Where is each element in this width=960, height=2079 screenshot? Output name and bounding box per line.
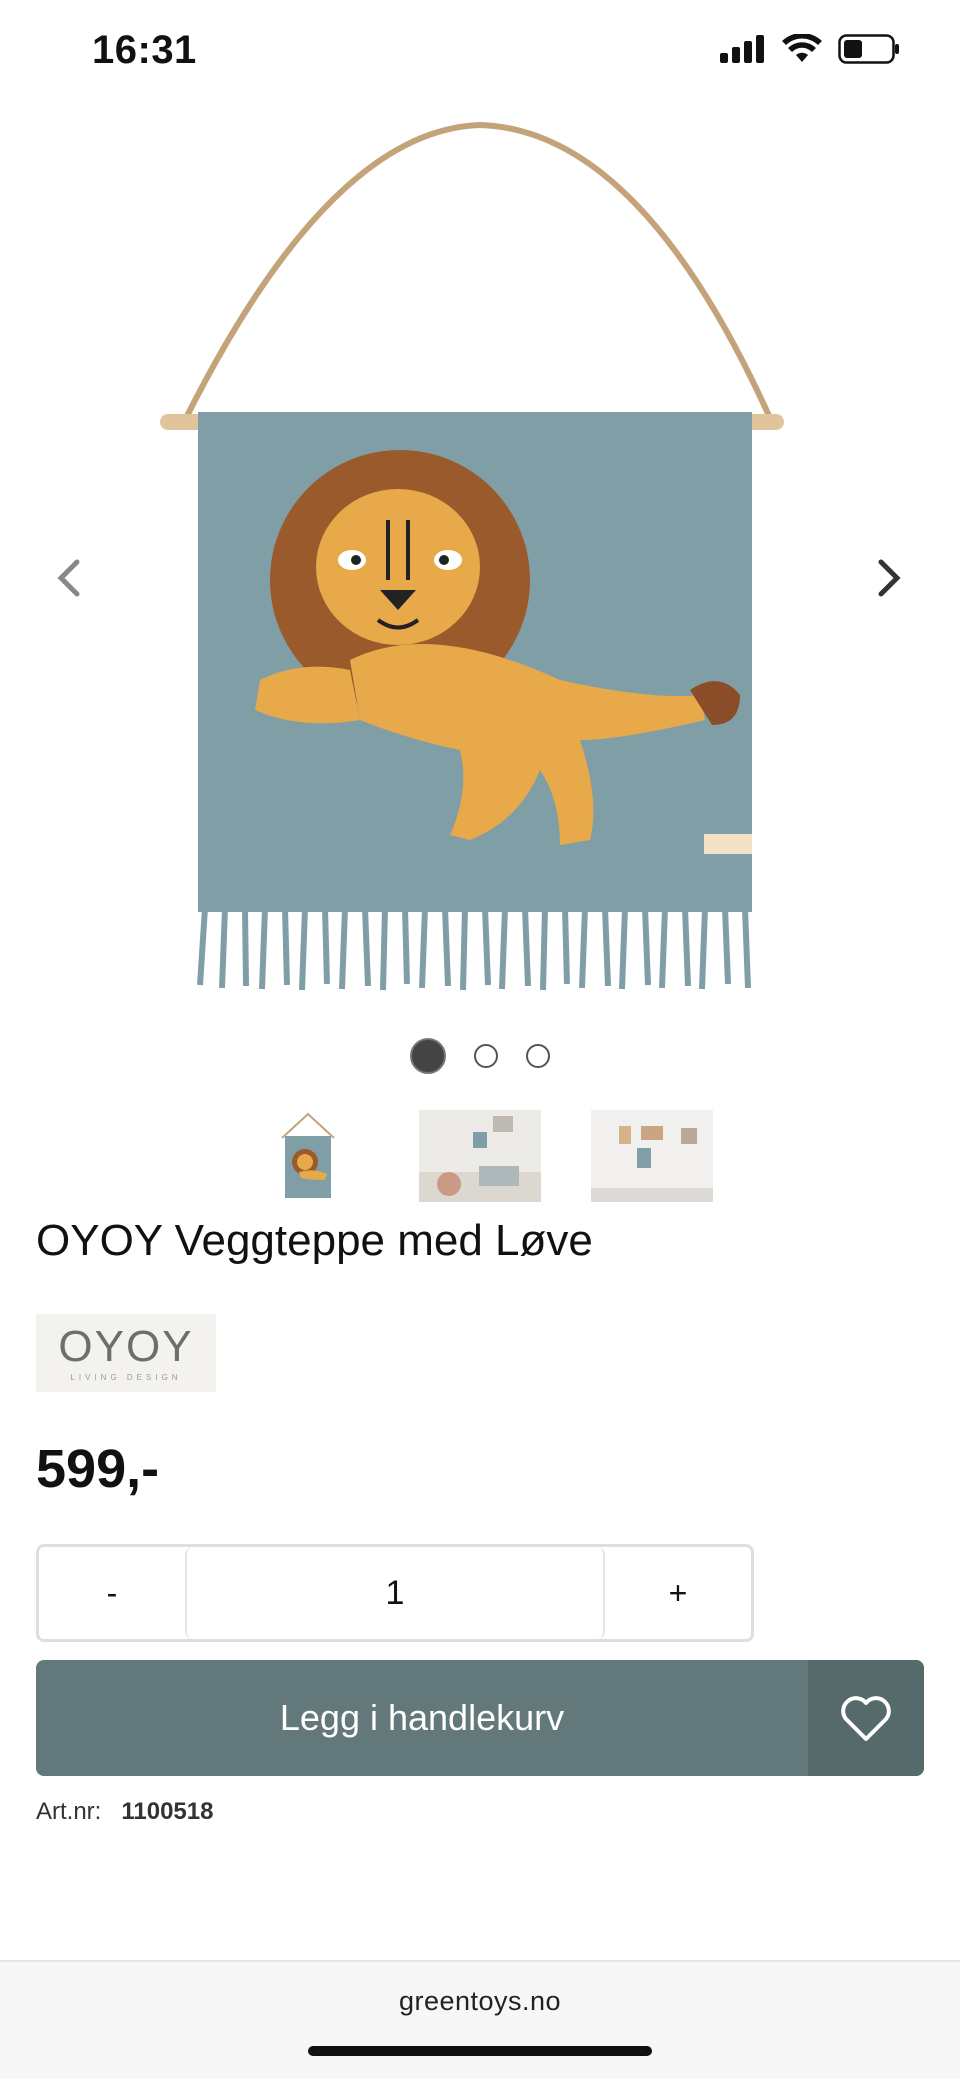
quantity-stepper: - 1 +: [36, 1544, 754, 1642]
lion-wall-hanging-image: [160, 121, 784, 991]
product-title: OYOY Veggteppe med Løve: [36, 1216, 593, 1265]
decrease-quantity-button[interactable]: -: [39, 1547, 185, 1639]
signal-icon: [720, 35, 764, 63]
article-number: Art.nr: 1100518: [36, 1798, 213, 1826]
increase-quantity-button[interactable]: +: [605, 1547, 751, 1639]
next-image-button[interactable]: [860, 548, 920, 608]
browser-bottom-bar: [0, 1960, 960, 2079]
product-image[interactable]: [0, 100, 960, 1090]
brand-logo-text: OYOY: [58, 1321, 194, 1371]
wifi-icon: [782, 34, 822, 62]
chevron-left-icon: [57, 559, 80, 597]
status-icons: [720, 34, 900, 64]
prev-image-button[interactable]: [38, 548, 98, 608]
article-number-label: Art.nr:: [36, 1798, 102, 1825]
browser-url[interactable]: greentoys.no: [0, 1986, 960, 2017]
thumbnail-1[interactable]: [247, 1110, 369, 1202]
thumbnail-3[interactable]: [591, 1110, 713, 1202]
thumbnail-2[interactable]: [419, 1110, 541, 1202]
pagination-dot-2[interactable]: [474, 1044, 498, 1068]
wishlist-button[interactable]: [808, 1660, 924, 1776]
image-pagination: [0, 1038, 960, 1074]
status-time: 16:31: [92, 28, 197, 72]
pagination-dot-3[interactable]: [526, 1044, 550, 1068]
battery-icon: [838, 34, 899, 64]
home-indicator[interactable]: [308, 2046, 652, 2056]
heart-icon: [841, 1696, 891, 1741]
add-to-cart-button[interactable]: Legg i handlekurv: [36, 1660, 808, 1776]
quantity-input[interactable]: 1: [185, 1547, 605, 1639]
product-price: 599,-: [36, 1439, 160, 1499]
brand-logo-subtext: LIVING DESIGN: [70, 1372, 182, 1382]
chevron-right-icon: [878, 559, 901, 597]
brand-logo[interactable]: OYOY LIVING DESIGN: [36, 1314, 216, 1392]
pagination-dot-1[interactable]: [410, 1038, 446, 1074]
thumbnail-strip: [0, 1110, 960, 1202]
article-number-value: 1100518: [121, 1798, 214, 1825]
cart-actions: Legg i handlekurv: [36, 1660, 924, 1776]
